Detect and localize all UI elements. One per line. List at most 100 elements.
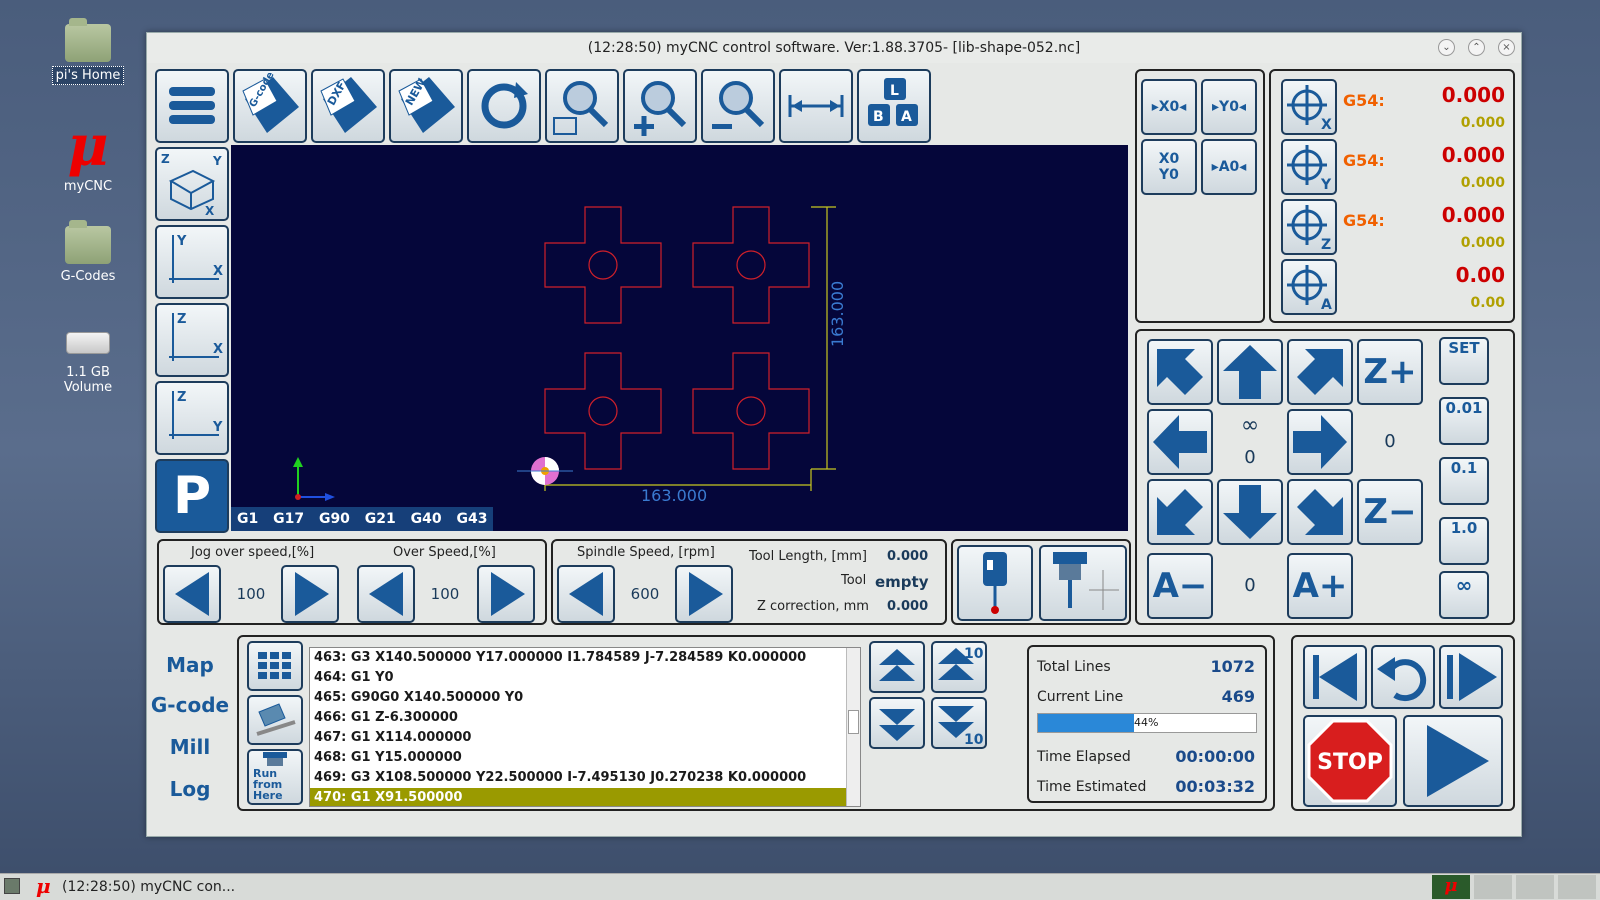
open-gcode-button[interactable]: G-code: [233, 69, 307, 143]
tool-length-value: 0.000: [887, 549, 929, 564]
jog-down-button[interactable]: [1217, 479, 1283, 545]
spindle-increase-button[interactable]: [675, 565, 733, 623]
undo-icon: [1377, 657, 1427, 702]
step-set-button[interactable]: SET: [1439, 337, 1489, 385]
open-dxf-button[interactable]: DXF: [311, 69, 385, 143]
gcode-listing[interactable]: 463: G3 X140.500000 Y17.000000 I1.784589…: [309, 647, 861, 807]
jog-z-minus-button[interactable]: Z−: [1357, 479, 1423, 545]
view-yz-button[interactable]: ZY: [155, 381, 229, 455]
tab-gcode[interactable]: G-code: [147, 693, 233, 717]
gcode-line[interactable]: 469: G3 X108.500000 Y22.500000 I-7.49513…: [310, 768, 860, 788]
run-panel: STOP: [1291, 635, 1515, 811]
gcode-line-current[interactable]: 470: G1 X91.500000: [310, 788, 860, 806]
step-infinity-button[interactable]: ∞: [1439, 571, 1489, 619]
step-10-button[interactable]: 1.0: [1439, 517, 1489, 565]
park-button[interactable]: P: [155, 459, 229, 533]
tab-map[interactable]: Map: [147, 653, 233, 677]
scrollbar-thumb[interactable]: [848, 710, 859, 734]
tab-mill[interactable]: Mill: [147, 735, 233, 759]
tool-measure-button[interactable]: [1039, 545, 1127, 621]
jog-speed-decrease-button[interactable]: [163, 565, 221, 623]
desktop-icon-gcodes[interactable]: G-Codes: [38, 220, 138, 285]
dro-y-button[interactable]: Y: [1281, 139, 1337, 195]
jog-right-button[interactable]: [1287, 409, 1353, 475]
refresh-button[interactable]: [467, 69, 541, 143]
desktop-icon-mycnc[interactable]: μ myCNC: [38, 118, 138, 195]
zoom-window-button[interactable]: [545, 69, 619, 143]
zero-a-button[interactable]: ▸A0◂: [1201, 139, 1257, 195]
view-3d-button[interactable]: Z Y X: [155, 147, 229, 221]
run-from-here-button[interactable]: Run from Here: [247, 749, 303, 805]
gcode-line[interactable]: 467: G1 X114.000000: [310, 728, 860, 748]
dro-z-machine: 0.000: [1460, 235, 1505, 251]
minimize-icon[interactable]: ⌄: [1438, 39, 1455, 56]
edit-gcode-button[interactable]: [247, 695, 303, 745]
tool-label: Tool: [841, 573, 867, 588]
zoom-out-button[interactable]: [701, 69, 775, 143]
view-xy-button[interactable]: YX: [155, 225, 229, 299]
scroll-up-button[interactable]: [869, 641, 925, 693]
drive-icon: [66, 332, 110, 354]
close-icon[interactable]: ×: [1498, 39, 1515, 56]
dro-z-button[interactable]: Z: [1281, 199, 1337, 255]
over-speed-decrease-button[interactable]: [357, 565, 415, 623]
svg-text:Z: Z: [1321, 237, 1331, 251]
jog-speed-increase-button[interactable]: [281, 565, 339, 623]
over-speed-increase-button[interactable]: [477, 565, 535, 623]
undo-button[interactable]: [1371, 645, 1435, 709]
step-001-button[interactable]: 0.01: [1439, 397, 1489, 445]
tab-log[interactable]: Log: [147, 777, 233, 801]
gcode-line[interactable]: 468: G1 Y15.000000: [310, 748, 860, 768]
zero-xy-button[interactable]: X0 Y0: [1141, 139, 1197, 195]
keyboard-button[interactable]: LB A: [857, 69, 931, 143]
rewind-button[interactable]: [1303, 645, 1367, 709]
tool-value: empty: [875, 573, 929, 591]
menu-button[interactable]: [155, 69, 229, 143]
taskbar-task[interactable]: (12:28:50) myCNC con...: [62, 879, 235, 895]
jog-up-right-button[interactable]: [1287, 339, 1353, 405]
desktop-show-icon[interactable]: [4, 878, 20, 894]
scroll-down-10-button[interactable]: 10: [931, 697, 987, 749]
probe-button[interactable]: [957, 545, 1033, 621]
jog-up-left-button[interactable]: [1147, 339, 1213, 405]
zero-y-button[interactable]: ▸Y0◂: [1201, 79, 1257, 135]
jog-down-right-button[interactable]: [1287, 479, 1353, 545]
grid-view-button[interactable]: [247, 641, 303, 691]
gcode-scrollbar[interactable]: [846, 648, 860, 806]
measure-button[interactable]: [779, 69, 853, 143]
maximize-icon[interactable]: ⌃: [1468, 39, 1485, 56]
jog-up-button[interactable]: [1217, 339, 1283, 405]
scroll-up-10-button[interactable]: 10: [931, 641, 987, 693]
tray-mycnc-icon[interactable]: μ: [1432, 875, 1470, 899]
active-gcodes: G1 G17 G90 G21 G40 G43: [231, 507, 494, 531]
dro-a-button[interactable]: A: [1281, 259, 1337, 315]
gcode-line[interactable]: 466: G1 Z-6.300000: [310, 708, 860, 728]
gcode-line[interactable]: 463: G3 X140.500000 Y17.000000 I1.784589…: [310, 648, 860, 668]
step-01-button[interactable]: 0.1: [1439, 457, 1489, 505]
window-titlebar[interactable]: (12:28:50) myCNC control software. Ver:1…: [147, 33, 1521, 63]
step-forward-button[interactable]: [1439, 645, 1503, 709]
jog-left-button[interactable]: [1147, 409, 1213, 475]
menu-icon: [169, 87, 215, 124]
dro-x-button[interactable]: X: [1281, 79, 1337, 135]
arrow-left-icon: [569, 572, 603, 616]
dro-z-label: G54:: [1343, 211, 1385, 230]
jog-z-plus-button[interactable]: Z+: [1357, 339, 1423, 405]
jog-a-minus-button[interactable]: A−: [1147, 553, 1213, 619]
desktop-icon-volume[interactable]: 1.1 GB Volume: [38, 322, 138, 396]
desktop-icon-home[interactable]: pi's Home: [38, 18, 138, 85]
svg-text:STOP: STOP: [1317, 750, 1383, 775]
gcode-line[interactable]: 465: G90G0 X140.500000 Y0: [310, 688, 860, 708]
toolpath-viewport[interactable]: 163.000 163.000 G1 G17 G90 G21 G40 G43: [231, 145, 1128, 531]
jog-down-left-button[interactable]: [1147, 479, 1213, 545]
start-button[interactable]: [1403, 715, 1503, 807]
scroll-down-button[interactable]: [869, 697, 925, 749]
zoom-in-button[interactable]: [623, 69, 697, 143]
stop-button[interactable]: STOP: [1303, 715, 1397, 807]
gcode-line[interactable]: 464: G1 Y0: [310, 668, 860, 688]
view-xz-button[interactable]: ZX: [155, 303, 229, 377]
jog-a-plus-button[interactable]: A+: [1287, 553, 1353, 619]
spindle-decrease-button[interactable]: [557, 565, 615, 623]
new-file-button[interactable]: NEW: [389, 69, 463, 143]
zero-x-button[interactable]: ▸X0◂: [1141, 79, 1197, 135]
